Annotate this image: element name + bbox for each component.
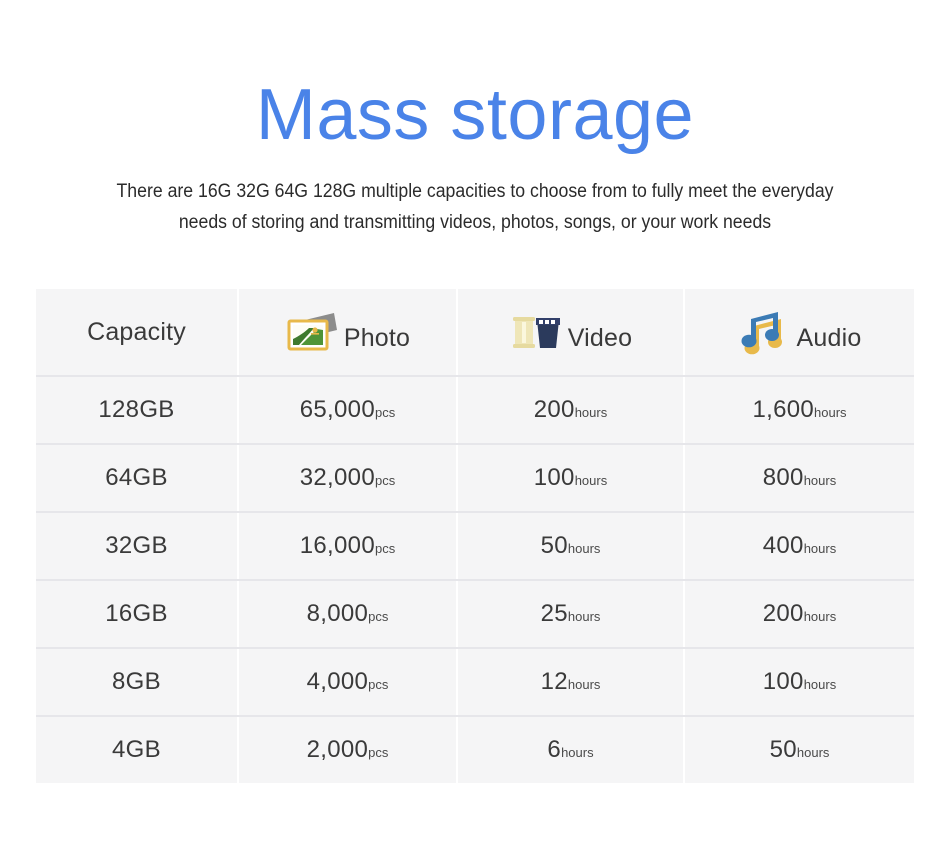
cell-photo: 65,000pcs bbox=[238, 376, 458, 445]
film-roll-icon bbox=[509, 308, 565, 356]
cell-video: 100hours bbox=[457, 444, 685, 513]
cell-video-value: 100 bbox=[533, 464, 575, 491]
cell-audio-unit: hours bbox=[803, 473, 837, 488]
cell-video-unit: hours bbox=[574, 473, 608, 488]
table-body: 128GB 65,000pcs 200hours 1,600hours 64GB… bbox=[36, 376, 914, 783]
photo-frame-icon bbox=[285, 308, 341, 356]
cell-video-value: 50 bbox=[540, 532, 568, 559]
column-header-audio-label: Audio bbox=[796, 323, 862, 352]
cell-audio-value: 800 bbox=[762, 464, 804, 491]
cell-video-unit: hours bbox=[561, 745, 594, 760]
cell-photo-unit: pcs bbox=[374, 473, 396, 488]
cell-photo-unit: pcs bbox=[374, 541, 396, 556]
cell-video-value: 6 bbox=[547, 736, 562, 763]
cell-photo-value: 65,000 bbox=[299, 396, 375, 423]
cell-photo: 32,000pcs bbox=[238, 444, 458, 513]
cell-audio: 100hours bbox=[684, 648, 914, 717]
table-row: 128GB 65,000pcs 200hours 1,600hours bbox=[36, 376, 914, 445]
cell-photo-value: 8,000 bbox=[306, 600, 369, 627]
cell-video: 12hours bbox=[457, 648, 685, 717]
cell-capacity: 128GB bbox=[36, 376, 239, 445]
cell-video-unit: hours bbox=[574, 405, 608, 420]
cell-photo-value: 16,000 bbox=[299, 532, 375, 559]
cell-video-unit: hours bbox=[567, 541, 601, 556]
cell-photo: 8,000pcs bbox=[238, 580, 458, 649]
column-header-capacity-label: Capacity bbox=[87, 317, 186, 346]
cell-audio-value: 400 bbox=[762, 532, 804, 559]
cell-audio-unit: hours bbox=[796, 745, 830, 760]
cell-photo-unit: pcs bbox=[374, 405, 396, 420]
cell-audio-value: 200 bbox=[762, 600, 804, 627]
table-row: 4GB 2,000pcs 6hours 50hours bbox=[36, 716, 914, 783]
cell-audio-unit: hours bbox=[803, 677, 837, 692]
cell-video-unit: hours bbox=[567, 677, 601, 692]
cell-video: 6hours bbox=[457, 716, 685, 783]
cell-capacity: 32GB bbox=[36, 512, 239, 581]
table-row: 8GB 4,000pcs 12hours 100hours bbox=[36, 648, 914, 717]
column-header-video: Video bbox=[457, 289, 685, 377]
music-note-icon bbox=[738, 308, 794, 356]
table-row: 64GB 32,000pcs 100hours 800hours bbox=[36, 444, 914, 513]
cell-audio: 800hours bbox=[684, 444, 914, 513]
cell-audio: 200hours bbox=[684, 580, 914, 649]
cell-audio-unit: hours bbox=[803, 609, 837, 624]
subtitle-line-2: needs of storing and transmitting videos… bbox=[178, 212, 772, 233]
cell-video-unit: hours bbox=[567, 609, 601, 624]
table-row: 16GB 8,000pcs 25hours 200hours bbox=[36, 580, 914, 649]
mass-storage-page: Mass storage There are 16G 32G 64G 128G … bbox=[0, 0, 950, 841]
cell-photo-unit: pcs bbox=[368, 677, 389, 692]
cell-audio-unit: hours bbox=[814, 405, 847, 420]
column-header-capacity: Capacity bbox=[36, 289, 239, 377]
cell-audio: 1,600hours bbox=[684, 376, 914, 445]
page-title: Mass storage bbox=[255, 75, 695, 155]
cell-audio-value: 100 bbox=[762, 668, 804, 695]
column-header-photo-label: Photo bbox=[343, 323, 411, 352]
cell-video: 50hours bbox=[457, 512, 685, 581]
cell-video: 200hours bbox=[457, 376, 685, 445]
cell-photo-unit: pcs bbox=[368, 745, 389, 760]
cell-capacity: 64GB bbox=[36, 444, 239, 513]
cell-video-value: 12 bbox=[540, 668, 568, 695]
cell-audio-unit: hours bbox=[803, 541, 837, 556]
subtitle-line-1: There are 16G 32G 64G 128G multiple capa… bbox=[116, 181, 834, 202]
cell-video-value: 25 bbox=[540, 600, 568, 627]
cell-photo-unit: pcs bbox=[368, 609, 389, 624]
cell-audio: 400hours bbox=[684, 512, 914, 581]
cell-audio-value: 50 bbox=[769, 736, 797, 763]
cell-photo-value: 4,000 bbox=[306, 668, 369, 695]
column-header-photo: Photo bbox=[238, 289, 458, 377]
cell-photo-value: 32,000 bbox=[299, 464, 375, 491]
cell-video: 25hours bbox=[457, 580, 685, 649]
cell-video-value: 200 bbox=[533, 396, 575, 423]
cell-audio: 50hours bbox=[684, 716, 914, 783]
table-row: 32GB 16,000pcs 50hours 400hours bbox=[36, 512, 914, 581]
cell-audio-value: 1,600 bbox=[752, 396, 815, 423]
page-subtitle: There are 16G 32G 64G 128G multiple capa… bbox=[60, 176, 890, 238]
cell-photo: 2,000pcs bbox=[238, 716, 458, 783]
cell-capacity: 4GB bbox=[36, 716, 239, 783]
column-header-video-label: Video bbox=[567, 323, 633, 352]
column-header-audio: Audio bbox=[684, 289, 914, 377]
cell-photo: 4,000pcs bbox=[238, 648, 458, 717]
table-header-row: Capacity Photo Video Audio bbox=[36, 289, 914, 377]
cell-photo: 16,000pcs bbox=[238, 512, 458, 581]
cell-capacity: 16GB bbox=[36, 580, 239, 649]
capacity-table: Capacity Photo Video Audio 128GB 65,000p… bbox=[36, 289, 914, 783]
cell-capacity: 8GB bbox=[36, 648, 239, 717]
cell-photo-value: 2,000 bbox=[306, 736, 369, 763]
